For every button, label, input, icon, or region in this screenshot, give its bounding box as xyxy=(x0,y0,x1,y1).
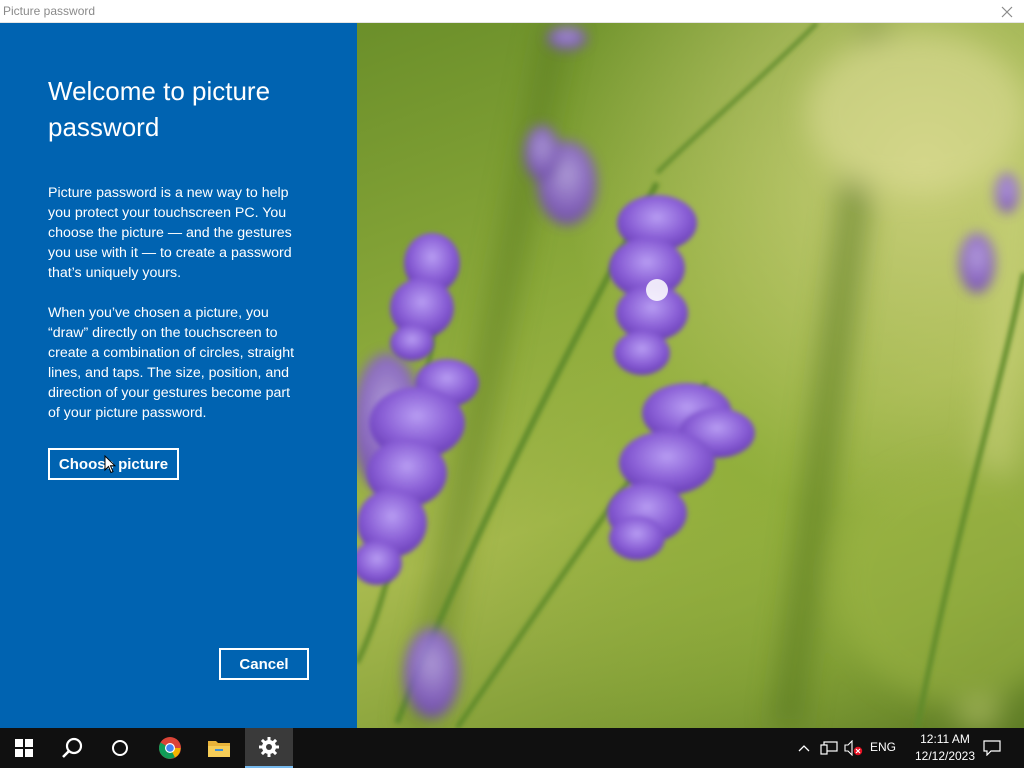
file-explorer-button[interactable] xyxy=(195,728,243,768)
language-indicator[interactable]: ENG xyxy=(870,740,896,754)
chevron-up-icon xyxy=(798,745,810,752)
settings-icon xyxy=(259,737,279,757)
chrome-button[interactable] xyxy=(146,728,194,768)
start-icon xyxy=(15,739,33,757)
volume-button[interactable] xyxy=(842,728,866,768)
cortana-icon xyxy=(112,740,128,756)
title-bar: Picture password xyxy=(0,0,1024,23)
close-button[interactable] xyxy=(990,0,1024,23)
taskbar: ENG 12:11 AM 12/12/2023 xyxy=(0,728,1024,768)
clock-date: 12/12/2023 xyxy=(914,749,976,763)
cortana-button[interactable] xyxy=(96,728,144,768)
chrome-icon xyxy=(159,737,181,759)
info-panel: Welcome to picture password Picture pass… xyxy=(0,23,357,728)
volume-muted-icon xyxy=(844,740,863,756)
lavender-picture xyxy=(357,23,1024,728)
description-paragraph-1: Picture password is a new way to help yo… xyxy=(48,185,292,281)
start-button[interactable] xyxy=(0,728,48,768)
network-button[interactable] xyxy=(817,728,841,768)
lavender-illustration xyxy=(357,23,1024,728)
mouse-cursor-icon xyxy=(104,455,116,474)
clock[interactable]: 12:11 AM 12/12/2023 xyxy=(910,731,980,765)
settings-button[interactable] xyxy=(245,728,293,768)
page-heading: Welcome to picture password xyxy=(48,76,271,142)
close-icon xyxy=(1001,6,1013,17)
description-paragraph-2: When you’ve chosen a picture, you “draw”… xyxy=(48,305,295,421)
action-center-button[interactable] xyxy=(978,728,1006,768)
search-button[interactable] xyxy=(48,728,96,768)
cancel-button[interactable]: Cancel xyxy=(219,648,309,680)
notification-icon xyxy=(983,740,1001,756)
network-icon xyxy=(820,741,838,755)
clock-time: 12:11 AM xyxy=(920,732,970,746)
show-hidden-icons-button[interactable] xyxy=(794,728,814,768)
file-explorer-icon xyxy=(208,741,230,757)
window-title: Picture password xyxy=(3,4,96,18)
touch-point-indicator xyxy=(646,279,668,301)
search-icon xyxy=(62,737,83,758)
